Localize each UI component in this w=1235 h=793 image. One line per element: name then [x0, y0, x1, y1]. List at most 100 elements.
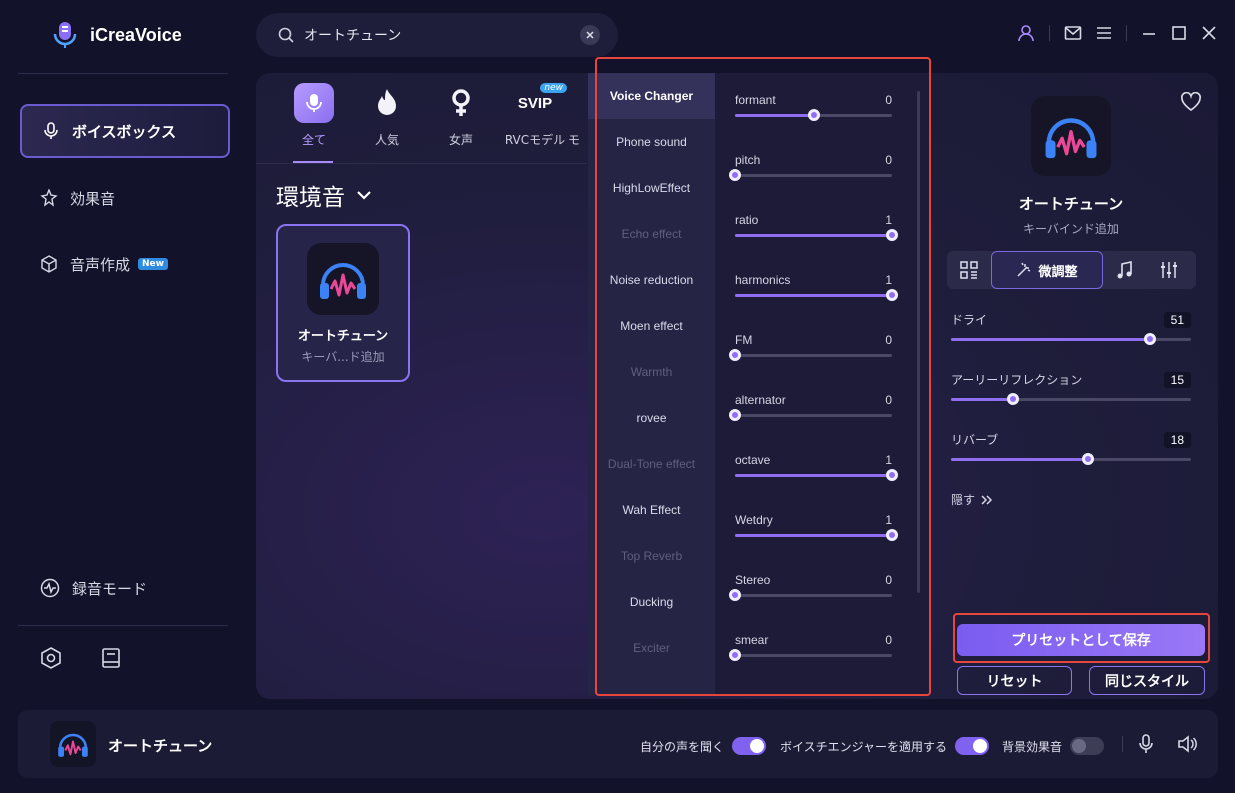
favorite-heart-icon[interactable]: [1180, 92, 1202, 112]
sidebar-divider: [18, 73, 228, 74]
headphones-wave-icon: [50, 721, 96, 767]
reset-button[interactable]: リセット: [957, 666, 1072, 695]
tab-label: 微調整: [1038, 264, 1078, 280]
category-female[interactable]: 女声: [426, 10, 496, 148]
apply-voice-changer-toggle[interactable]: [955, 737, 990, 755]
double-chevron-right-icon: [981, 494, 993, 505]
maximize-icon[interactable]: [1171, 25, 1187, 41]
speaker-icon[interactable]: [1177, 735, 1197, 753]
microphone-icon[interactable]: [1138, 734, 1154, 754]
app-logo: iCreaVoice: [50, 20, 182, 50]
sidebar-item-label: ボイスボックス: [72, 122, 177, 141]
slider-label: リバーブ: [951, 433, 999, 447]
sidebar-divider: [18, 625, 228, 626]
book-icon[interactable]: [101, 647, 121, 669]
slider-handle[interactable]: [1081, 453, 1094, 465]
microphone-logo-icon: [50, 20, 80, 50]
category-label: RVCモデル: [504, 133, 566, 147]
tab-music[interactable]: [1103, 251, 1147, 289]
detail-slider: アーリーリフレクション 15: [951, 371, 1191, 405]
current-voice-name: オートチューン: [108, 737, 213, 755]
new-badge: New: [138, 258, 168, 270]
flame-icon: [367, 83, 407, 123]
female-icon: [441, 83, 481, 123]
background-sound-toggle[interactable]: [1070, 737, 1105, 755]
record-mode-label: 録音モード: [72, 579, 148, 598]
settings-icon[interactable]: [40, 647, 62, 669]
svip-icon: SVIP new: [505, 83, 567, 123]
sidebar-item-label: 効果音: [70, 189, 116, 208]
slider-value[interactable]: 15: [1163, 371, 1191, 388]
menu-icon[interactable]: [1096, 26, 1112, 40]
option-label: 背景効果音: [1002, 739, 1063, 754]
category-all[interactable]: 全て: [279, 10, 349, 148]
microphone-icon: [294, 83, 334, 123]
detail-slider: リバーブ 18: [951, 431, 1191, 465]
slider-value[interactable]: 51: [1163, 311, 1191, 328]
section-title: 環境音: [276, 185, 345, 211]
apply-voice-changer-option: ボイスチエンジャーを適用する: [780, 737, 990, 755]
tab-equalizer[interactable]: [1147, 251, 1191, 289]
slider-track[interactable]: [951, 393, 1191, 405]
option-label: 自分の声を聞く: [640, 739, 725, 754]
waveform-circle-icon: [40, 578, 60, 598]
cube-icon: [40, 255, 58, 273]
category-label: モ: [567, 133, 580, 147]
detail-slider: ドライ 51: [951, 311, 1191, 345]
highlight-box: [595, 57, 931, 696]
separator: [1126, 25, 1127, 41]
tab-fine-tune[interactable]: 微調整: [991, 251, 1103, 289]
headphones-wave-icon: [1031, 96, 1111, 176]
sidebar-item-voicebox[interactable]: ボイスボックス: [20, 104, 230, 158]
record-mode-button[interactable]: 録音モード: [20, 561, 230, 615]
sparkle-icon: [40, 189, 58, 207]
separator: [1122, 736, 1123, 752]
headphones-wave-icon: [307, 243, 379, 315]
sidebar-item-label: 音声作成: [70, 255, 131, 274]
slider-label: ドライ: [951, 313, 988, 327]
section-dropdown[interactable]: 環境音: [276, 178, 371, 212]
minimize-icon[interactable]: [1141, 25, 1157, 41]
category-popular[interactable]: 人気: [352, 10, 422, 148]
sidebar-item-sound-effects[interactable]: 効果音: [20, 171, 230, 225]
hear-myself-toggle[interactable]: [732, 737, 767, 755]
detail-tabs: 微調整: [947, 251, 1196, 289]
category-label: 女声: [448, 133, 473, 147]
same-style-button[interactable]: 同じスタイル: [1089, 666, 1205, 695]
close-window-icon[interactable]: [1201, 25, 1217, 41]
voice-card-name: オートチューン: [297, 329, 389, 344]
detail-voice-name: オートチューン: [1018, 195, 1124, 213]
tab-grid[interactable]: [947, 251, 991, 289]
sidebar-item-voice-creation[interactable]: 音声作成 New: [20, 237, 230, 291]
user-icon[interactable]: [1017, 24, 1035, 42]
equalizer-icon: [1161, 262, 1177, 278]
app-title: iCreaVoice: [90, 24, 182, 45]
slider-label: アーリーリフレクション: [951, 373, 1083, 387]
background-sound-option: 背景効果音: [1002, 737, 1105, 755]
slider-track[interactable]: [951, 333, 1191, 345]
music-note-icon: [1117, 261, 1132, 279]
magic-wand-icon: [1017, 262, 1031, 277]
category-label: 人気: [374, 133, 399, 147]
category-icon: [560, 83, 588, 123]
detail-keybind-link[interactable]: キーバインド追加: [947, 220, 1195, 237]
separator: [1049, 25, 1050, 41]
voice-card[interactable]: オートチューン キーバ...ド追加: [276, 224, 410, 382]
voice-card-keybind: キーバ...ド追加: [301, 350, 385, 364]
hide-button[interactable]: 隠す: [951, 491, 993, 508]
svip-label: SVIP: [517, 94, 553, 112]
mail-icon[interactable]: [1064, 25, 1082, 41]
hide-label: 隠す: [951, 493, 976, 507]
chevron-down-icon: [357, 190, 371, 200]
slider-track[interactable]: [951, 453, 1191, 465]
slider-value[interactable]: 18: [1163, 431, 1191, 448]
category-label: 全て: [301, 133, 326, 147]
hear-myself-option: 自分の声を聞く: [640, 737, 767, 755]
category-more[interactable]: モ: [560, 10, 588, 148]
option-label: ボイスチエンジャーを適用する: [780, 739, 948, 754]
highlight-box: [953, 613, 1210, 663]
window-controls: [1017, 24, 1217, 42]
microphone-icon: [42, 122, 60, 140]
grid-icon: [960, 261, 978, 279]
category-divider: [256, 163, 587, 164]
